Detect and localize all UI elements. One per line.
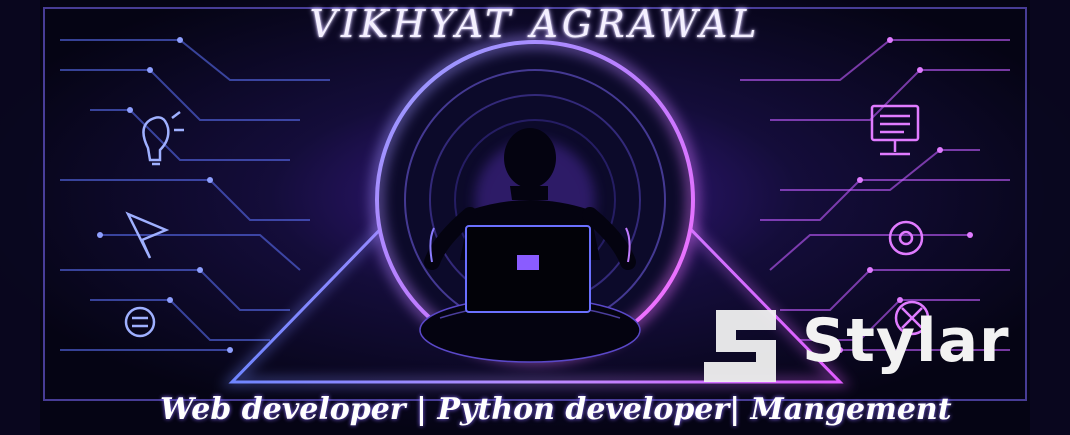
laptop-logo [517,255,539,270]
banner-tagline: Web developer | Python developer| Mangem… [160,392,952,427]
stylar-watermark: Stylar [802,306,1010,376]
portfolio-banner: VIKHYAT AGRAWAL Stylar Web developer | P… [0,0,1070,435]
banner-title: VIKHYAT AGRAWAL [309,2,761,46]
